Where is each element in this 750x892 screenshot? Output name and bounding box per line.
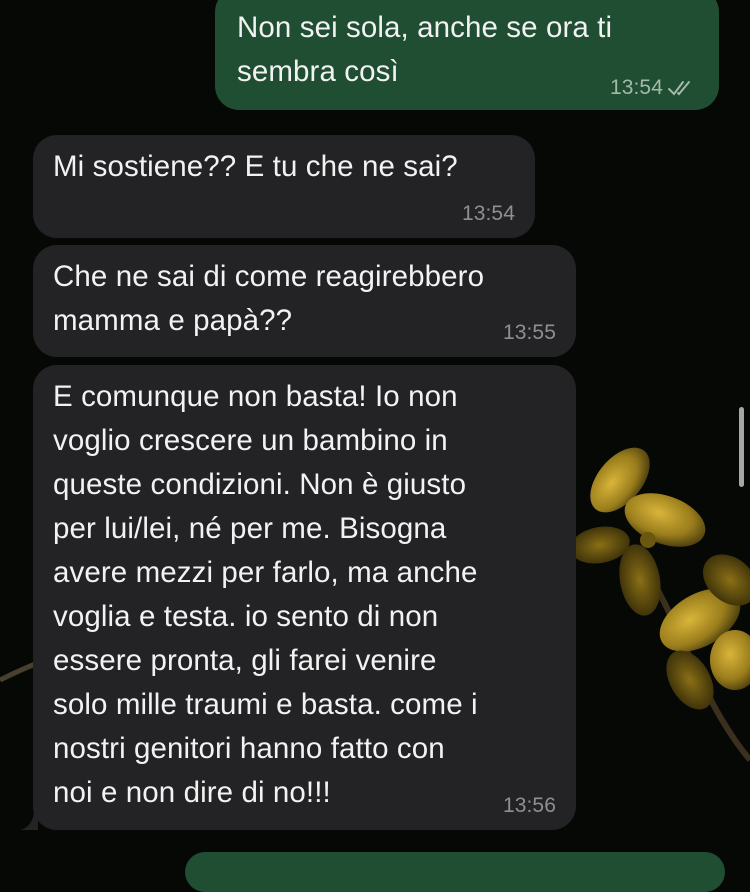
message-timestamp: 13:56 — [502, 794, 556, 817]
message-timestamp: 13:54 — [609, 76, 663, 99]
message-timestamp: 13:54 — [461, 202, 515, 225]
message-text: Che ne sai di come reagirebbero mamma e … — [53, 260, 485, 337]
chat-message-list[interactable]: Non sei sola, anche se ora ti sembra cos… — [0, 0, 750, 892]
outgoing-message-bubble[interactable]: Non sei sola, anche se ora ti sembra cos… — [215, 0, 719, 110]
double-check-icon — [668, 81, 690, 96]
incoming-message-bubble[interactable]: E comunque non basta! Io non voglio cres… — [33, 365, 576, 830]
message-text: Mi sostiene?? E tu che ne sai? — [53, 150, 458, 183]
outgoing-message-bubble-partial[interactable] — [185, 852, 725, 892]
bubble-tail — [20, 812, 38, 830]
scrollbar-thumb[interactable] — [739, 407, 744, 487]
incoming-message-bubble[interactable]: Mi sostiene?? E tu che ne sai? 13:54 — [33, 135, 535, 238]
incoming-message-bubble[interactable]: Che ne sai di come reagirebbero mamma e … — [33, 245, 576, 357]
message-timestamp: 13:55 — [502, 321, 556, 344]
message-text: E comunque non basta! Io non voglio cres… — [53, 380, 478, 809]
